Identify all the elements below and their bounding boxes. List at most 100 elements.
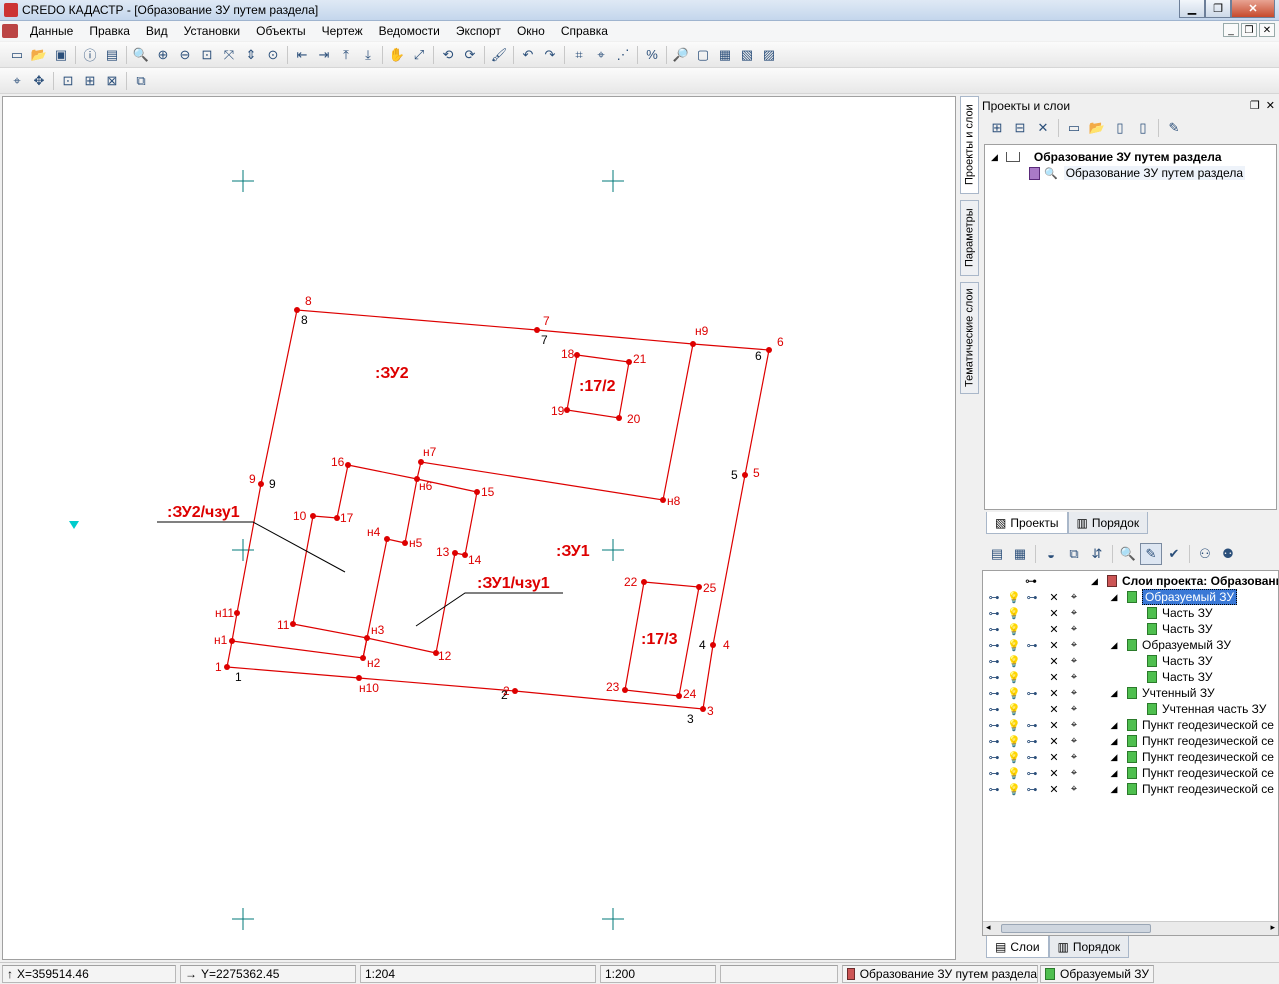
layer-lock-icon[interactable]: ✕ (1045, 765, 1063, 781)
layer-snap-icon[interactable]: ⌖ (1065, 781, 1083, 797)
layer-visibility-icon[interactable]: ◒ (1040, 543, 1062, 565)
expand-arrow-icon[interactable]: ◢ (1107, 765, 1121, 781)
move-point-icon[interactable]: ✥ (28, 70, 50, 92)
layer-snap-icon[interactable]: ⌖ (1065, 765, 1083, 781)
menu-objects[interactable]: Объекты (248, 21, 314, 41)
menu-reports[interactable]: Ведомости (371, 21, 448, 41)
layer-lock-icon[interactable]: ✕ (1045, 669, 1063, 685)
layer-lock-icon[interactable]: ✕ (1045, 605, 1063, 621)
layer-link-icon[interactable]: ⊶ (985, 589, 1003, 605)
layer-row[interactable]: ⊶ 💡 ✕ ⌖ ⊶ ◢ Образуемый ЗУ (983, 589, 1278, 605)
bulb-icon[interactable]: 💡 (1005, 717, 1023, 733)
window-icon[interactable]: ▤ (101, 44, 123, 66)
tab-layers[interactable]: ▤ Слои (986, 936, 1049, 958)
tree-item-row[interactable]: 🔍 Образование ЗУ путем раздела (1029, 166, 1246, 180)
fit-icon[interactable]: ⤢ (408, 44, 430, 66)
add-group-icon[interactable]: ⊟ (1009, 117, 1031, 139)
layer-lock-icon[interactable]: ✕ (1045, 589, 1063, 605)
tab-order-top[interactable]: ▥ Порядок (1067, 512, 1149, 534)
open-icon[interactable]: 📂 (1086, 117, 1108, 139)
layer-row[interactable]: ⊶ 💡 ✕ ⌖ ⊶ ◢ Учтенный ЗУ (983, 685, 1278, 701)
zoom-icon[interactable]: 🔍 (130, 44, 152, 66)
layer-lock-icon[interactable]: ✕ (1045, 653, 1063, 669)
redo-icon[interactable]: ↷ (539, 44, 561, 66)
deselect-icon[interactable]: ⟳ (459, 44, 481, 66)
layer-link-icon[interactable]: ⊶ (985, 605, 1003, 621)
layer-row[interactable]: ⊶ 💡 ✕ ⌖ ⊶ ◢ Пункт геодезической се (983, 717, 1278, 733)
layout-icon[interactable]: ▦ (714, 44, 736, 66)
tab-thematic-layers[interactable]: Тематические слои (960, 282, 979, 394)
layer-link-icon[interactable]: ⊶ (985, 669, 1003, 685)
add-project-icon[interactable]: ⊞ (986, 117, 1008, 139)
layer-row[interactable]: ⊶ 💡 ✕ ⌖ Часть ЗУ (983, 653, 1278, 669)
layer-style-icon[interactable]: ⊶ (1023, 781, 1041, 797)
layer-snap-icon[interactable]: ⌖ (1065, 749, 1083, 765)
layer-link-icon[interactable]: ⊶ (985, 701, 1003, 717)
new-file-icon[interactable]: ▭ (6, 44, 28, 66)
root-collapse-icon[interactable]: ◢ (1091, 573, 1098, 589)
bulb-icon[interactable]: 💡 (1005, 637, 1023, 653)
sheets-icon[interactable]: ▧ (736, 44, 758, 66)
expand-arrow-icon[interactable]: ◢ (1107, 717, 1121, 733)
bulb-icon[interactable]: 💡 (1005, 701, 1023, 717)
layer-check-icon[interactable]: ✔ (1163, 543, 1185, 565)
layer-hide-all-icon[interactable]: ⚉ (1217, 543, 1239, 565)
bulb-icon[interactable]: 💡 (1005, 605, 1023, 621)
close-project-icon[interactable]: ▯ (1132, 117, 1154, 139)
layer-row[interactable]: ⊶ 💡 ✕ ⌖ Учтенная часть ЗУ (983, 701, 1278, 717)
expand-arrow-icon[interactable]: ◢ (1107, 589, 1121, 605)
layer-snap-icon[interactable]: ⌖ (1065, 653, 1083, 669)
zoom-extents-icon[interactable]: ⤧ (218, 44, 240, 66)
bulb-icon[interactable]: 💡 (1005, 669, 1023, 685)
layer-lock-icon[interactable]: ✕ (1045, 733, 1063, 749)
bulb-icon[interactable]: 💡 (1005, 749, 1023, 765)
menu-window[interactable]: Окно (509, 21, 553, 41)
layer-row[interactable]: ⊶ 💡 ✕ ⌖ Часть ЗУ (983, 605, 1278, 621)
menu-help[interactable]: Справка (553, 21, 616, 41)
layer-move-icon[interactable]: ⇵ (1086, 543, 1108, 565)
zoom-previous-icon[interactable]: ⊙ (262, 44, 284, 66)
pan-right-icon[interactable]: ⇥ (313, 44, 335, 66)
text-box-icon[interactable]: ⊡ (57, 70, 79, 92)
layer-style-icon[interactable]: ⊶ (1023, 749, 1041, 765)
menu-data[interactable]: Данные (22, 21, 81, 41)
menu-view[interactable]: Вид (138, 21, 176, 41)
bulb-icon[interactable]: 💡 (1005, 765, 1023, 781)
layer-row[interactable]: ⊶ 💡 ✕ ⌖ ⊶ ◢ Пункт геодезической се (983, 765, 1278, 781)
restore-button[interactable]: ❐ (1205, 0, 1231, 18)
layer-search-icon[interactable]: 🔍 (1117, 543, 1139, 565)
layer-snap-icon[interactable]: ⌖ (1065, 621, 1083, 637)
layer-edit-icon[interactable]: ✎ (1140, 543, 1162, 565)
layer-row[interactable]: ⊶ 💡 ✕ ⌖ Часть ЗУ (983, 669, 1278, 685)
expand-arrow-icon[interactable]: ◢ (1107, 685, 1121, 701)
layer-snap-icon[interactable]: ⌖ (1065, 701, 1083, 717)
document-icon[interactable] (2, 24, 18, 38)
frame-icon[interactable]: ▢ (692, 44, 714, 66)
bulb-icon[interactable]: 💡 (1005, 589, 1023, 605)
snap-icon[interactable]: ⌗ (568, 44, 590, 66)
layer-link-icon[interactable]: ⊶ (985, 781, 1003, 797)
zoom-window-icon[interactable]: ⊡ (196, 44, 218, 66)
mdi-restore-button[interactable]: ❐ (1241, 23, 1257, 37)
layer-style-icon[interactable]: ⊶ (1023, 733, 1041, 749)
layers-root-row[interactable]: ⊶ ◢ Слои проекта: Образовани (983, 573, 1278, 589)
menu-export[interactable]: Экспорт (448, 21, 509, 41)
drawing-canvas[interactable]: 1 2 3 4 5 6 7 8 9 н1 н2 н3 н4 н5 н6 н7 н8 н9 н10 н11 10 11 12 1… (2, 96, 956, 960)
zoom-out-icon[interactable]: ⊖ (174, 44, 196, 66)
save-icon[interactable]: ▣ (50, 44, 72, 66)
menu-settings[interactable]: Установки (176, 21, 248, 41)
tab-parameters[interactable]: Параметры (960, 200, 979, 276)
percent-icon[interactable]: % (641, 44, 663, 66)
pencil-icon[interactable]: ✎ (1163, 117, 1185, 139)
collapse-arrow-icon[interactable]: ◢ (991, 152, 998, 163)
scroll-left-icon[interactable]: ◂ (986, 922, 991, 933)
layer-show-all-icon[interactable]: ⚇ (1194, 543, 1216, 565)
layer-link-icon[interactable]: ⊶ (985, 749, 1003, 765)
pan-down-icon[interactable]: ⤓ (357, 44, 379, 66)
select-icon[interactable]: ⟲ (437, 44, 459, 66)
layer-copy-icon[interactable]: ⧉ (1063, 543, 1085, 565)
scroll-right-icon[interactable]: ▸ (1270, 922, 1275, 933)
expand-arrow-icon[interactable]: ◢ (1107, 637, 1121, 653)
layer-link-icon[interactable]: ⊶ (985, 733, 1003, 749)
open-folder-icon[interactable]: 📂 (28, 44, 50, 66)
